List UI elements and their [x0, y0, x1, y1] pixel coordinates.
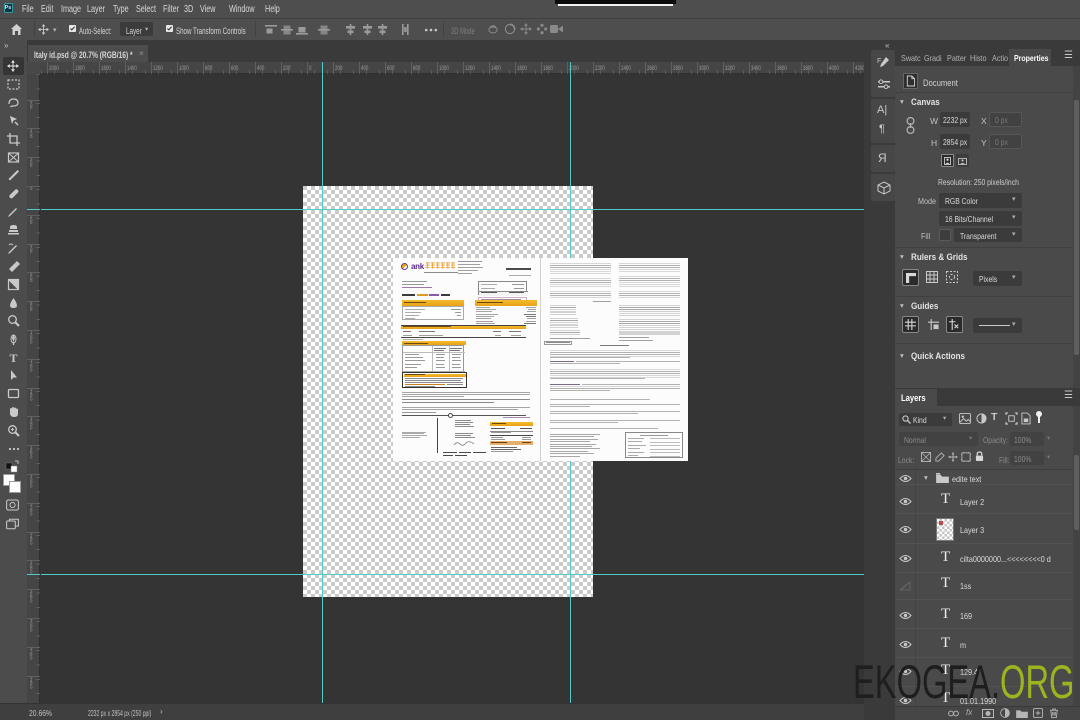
- svg-text:F: F: [877, 58, 881, 65]
- svg-text:T: T: [10, 351, 18, 365]
